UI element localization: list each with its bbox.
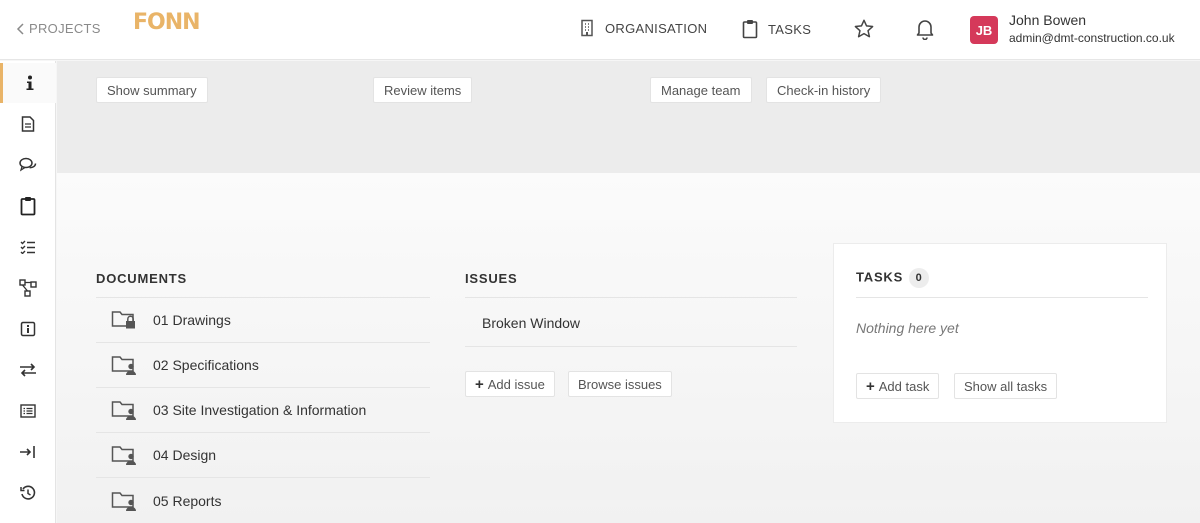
sidebar-item-list[interactable] (0, 391, 56, 431)
user-email: admin@dmt-construction.co.uk (1009, 31, 1175, 45)
sidebar-item-workflow[interactable] (0, 268, 56, 308)
document-folder-row[interactable]: 01 Drawings (96, 298, 430, 343)
nav-organisation-label: ORGANISATION (605, 20, 708, 36)
shared-folder-icon (111, 401, 136, 420)
fonn-logo[interactable]: FONN (133, 10, 201, 35)
history-icon (20, 485, 36, 500)
shared-folder-icon (111, 356, 136, 375)
info-box-icon (20, 321, 36, 337)
checklist-icon (20, 240, 35, 254)
issues-title: ISSUES (465, 271, 518, 286)
plus-icon: + (475, 375, 484, 393)
favorites-button[interactable] (852, 17, 876, 41)
folder-label: 05 Reports (153, 492, 222, 509)
add-task-button[interactable]: + Add task (856, 373, 940, 399)
document-folder-row[interactable]: 05 Reports (96, 478, 430, 523)
issue-label: Broken Window (482, 314, 581, 331)
avatar[interactable]: JB (970, 16, 998, 44)
tasks-count-badge: 0 (909, 268, 930, 288)
document-folder-row[interactable]: 02 Specifications (96, 343, 430, 388)
star-icon (854, 19, 874, 38)
sidebar-item-info-box[interactable] (0, 309, 56, 349)
top-bar: PROJECTS FONN ORGANISATION TASKS JB John… (0, 0, 1200, 60)
clipboard-icon (20, 197, 36, 216)
document-folder-row[interactable]: 03 Site Investigation & Information (96, 388, 430, 433)
tasks-empty-text: Nothing here yet (856, 320, 959, 336)
document-folder-row[interactable]: 04 Design (96, 433, 430, 478)
browse-issues-button[interactable]: Browse issues (568, 371, 672, 397)
clipboard-icon (742, 20, 758, 39)
nav-tasks[interactable]: TASKS (742, 19, 811, 39)
folder-label: 02 Specifications (153, 357, 259, 373)
manage-team-button[interactable]: Manage team (650, 77, 752, 103)
document-icon (21, 116, 35, 132)
folder-label: 04 Design (153, 447, 217, 463)
project-actions-strip: Show summary Review items Manage team Ch… (57, 61, 1200, 173)
add-task-label: Add task (878, 378, 930, 394)
left-sidebar (0, 61, 56, 523)
nav-organisation[interactable]: ORGANISATION (579, 19, 707, 37)
tasks-divider (856, 297, 1148, 298)
chat-icon (19, 157, 37, 172)
documents-title: DOCUMENTS (96, 271, 187, 286)
back-to-projects-link[interactable]: PROJECTS (16, 21, 101, 36)
sign-in-icon (20, 446, 35, 458)
bell-icon (916, 20, 934, 40)
nav-tasks-label: TASKS (768, 21, 812, 37)
back-label: PROJECTS (29, 21, 101, 36)
workflow-icon (19, 279, 37, 297)
notifications-button[interactable] (913, 17, 937, 41)
add-issue-label: Add issue (487, 376, 545, 392)
tasks-title-label: TASKS (856, 269, 904, 285)
chevron-left-icon (16, 22, 24, 35)
sidebar-item-documents[interactable] (0, 104, 56, 144)
sidebar-item-sign-in[interactable] (0, 432, 56, 472)
transfer-icon (20, 363, 36, 377)
info-icon (26, 75, 33, 90)
folder-label: 01 Drawings (153, 312, 231, 328)
sidebar-item-chat[interactable] (0, 145, 56, 185)
issue-row[interactable]: Broken Window (465, 299, 797, 347)
plus-icon: + (866, 377, 875, 395)
show-summary-button[interactable]: Show summary (96, 77, 208, 103)
folder-label: 03 Site Investigation & Information (153, 402, 367, 418)
review-items-button[interactable]: Review items (373, 77, 473, 103)
show-all-tasks-button[interactable]: Show all tasks (954, 373, 1058, 399)
add-issue-button[interactable]: + Add issue (465, 371, 555, 397)
issues-divider (465, 297, 797, 298)
list-icon (20, 404, 36, 418)
user-name[interactable]: John Bowen (1009, 12, 1086, 28)
check-in-history-button[interactable]: Check-in history (766, 77, 882, 103)
sidebar-item-info[interactable] (0, 63, 56, 103)
shared-folder-icon (111, 446, 136, 465)
locked-folder-icon (111, 311, 135, 329)
building-icon (581, 19, 593, 37)
shared-folder-icon (111, 491, 136, 511)
sidebar-item-clipboard[interactable] (0, 186, 56, 226)
sidebar-item-history[interactable] (0, 473, 56, 513)
sidebar-item-checklist[interactable] (0, 227, 56, 267)
sidebar-item-transfer[interactable] (0, 350, 56, 390)
tasks-title: TASKS 0 (856, 268, 930, 288)
